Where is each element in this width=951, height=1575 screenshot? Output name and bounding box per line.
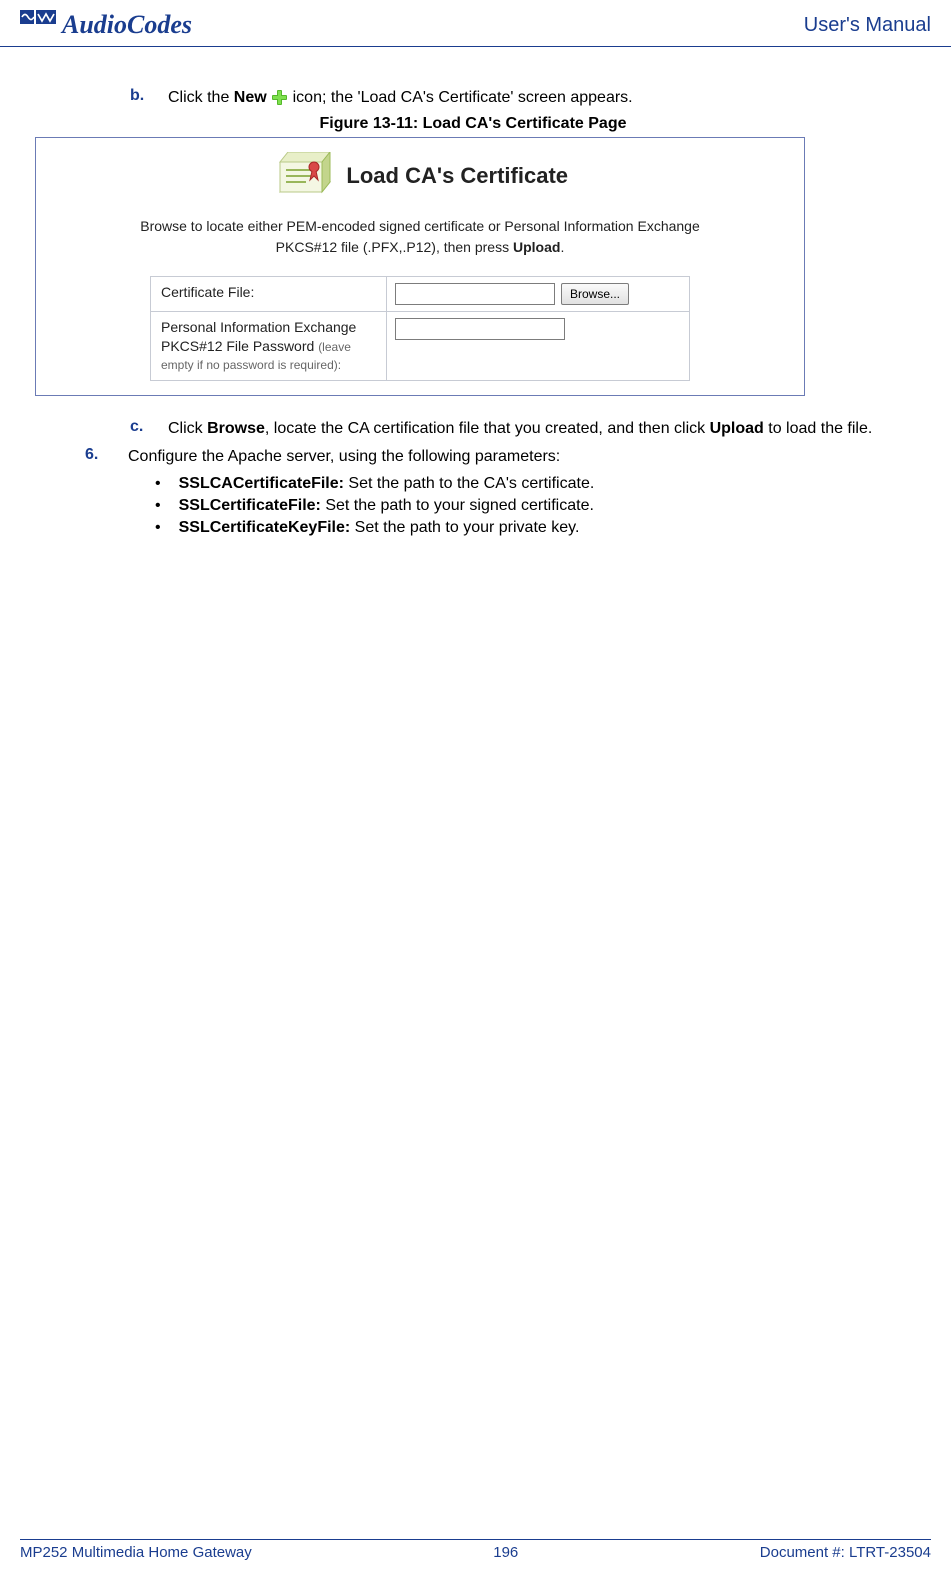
list-item: • SSLCertificateFile: Set the path to yo… <box>155 497 911 515</box>
figure-info-text: Browse to locate either PEM-encoded sign… <box>36 216 804 276</box>
figure-info-line1: Browse to locate either PEM-encoded sign… <box>140 218 700 234</box>
pkcs12-password-input[interactable] <box>395 318 565 340</box>
step-b-bold: New <box>234 89 267 106</box>
step-6-text: Configure the Apache server, using the f… <box>128 446 911 468</box>
bullet-0-label: SSLCACertificateFile: <box>179 475 344 492</box>
step-b-text: Click the New icon; the 'Load CA's Certi… <box>168 87 911 109</box>
bullet-dot-icon: • <box>155 519 161 537</box>
certificate-file-cell: Browse... <box>387 277 689 311</box>
pkcs12-password-label: Personal Information Exchange PKCS#12 Fi… <box>151 312 387 379</box>
list-item: • SSLCACertificateFile: Set the path to … <box>155 475 911 493</box>
step-b-pre: Click the <box>168 89 234 106</box>
step-b-post: icon; the 'Load CA's Certificate' screen… <box>293 89 633 106</box>
step-c-text: Click Browse, locate the CA certificatio… <box>168 418 911 440</box>
brand-name: AudioCodes <box>62 10 192 40</box>
step-b: b. Click the New icon; the 'Load CA's Ce… <box>130 87 911 109</box>
step-c: c. Click Browse, locate the CA certifica… <box>130 418 911 440</box>
bullet-2-text: Set the path to your private key. <box>350 519 579 536</box>
list-item: • SSLCertificateKeyFile: Set the path to… <box>155 519 911 537</box>
figure-load-ca-certificate: Load CA's Certificate Browse to locate e… <box>35 137 805 395</box>
after-figure-block: c. Click Browse, locate the CA certifica… <box>115 418 911 537</box>
browse-button[interactable]: Browse... <box>561 283 629 305</box>
page-header: AudioCodes User's Manual <box>0 0 951 47</box>
page-content: b. Click the New icon; the 'Load CA's Ce… <box>0 47 951 537</box>
footer-product-name: MP252 Multimedia Home Gateway <box>20 1544 252 1561</box>
certificate-icon <box>272 152 332 200</box>
bullet-1-text: Set the path to your signed certificate. <box>321 497 594 514</box>
bullet-dot-icon: • <box>155 497 161 515</box>
figure-row-certfile: Certificate File: Browse... <box>151 277 689 312</box>
step-c-post: to load the file. <box>764 420 873 437</box>
figure-info-line2c: . <box>560 239 564 255</box>
figure-form-table: Certificate File: Browse... Personal Inf… <box>150 276 690 380</box>
figure-header: Load CA's Certificate <box>36 138 804 216</box>
apache-params-list: • SSLCACertificateFile: Set the path to … <box>155 475 911 537</box>
bullet-0-text: Set the path to the CA's certificate. <box>344 475 594 492</box>
certificate-file-label: Certificate File: <box>151 277 387 311</box>
bullet-1-label: SSLCertificateFile: <box>179 497 321 514</box>
step-6: 6. Configure the Apache server, using th… <box>115 446 911 468</box>
pkcs12-password-cell <box>387 312 689 379</box>
bullet-dot-icon: • <box>155 475 161 493</box>
certificate-file-input[interactable] <box>395 283 555 305</box>
step-c-mid: , locate the CA certification file that … <box>265 420 710 437</box>
page-footer: MP252 Multimedia Home Gateway 196 Docume… <box>20 1539 931 1561</box>
header-doc-title: User's Manual <box>804 14 931 37</box>
list-item-text: SSLCertificateFile: Set the path to your… <box>179 497 594 515</box>
step-c-bold1: Browse <box>207 420 265 437</box>
figure-row-password: Personal Information Exchange PKCS#12 Fi… <box>151 312 689 379</box>
new-plus-icon <box>271 89 288 106</box>
audiocodes-logo-icon <box>20 10 56 40</box>
list-item-text: SSLCACertificateFile: Set the path to th… <box>179 475 595 493</box>
footer-document-number: Document #: LTRT-23504 <box>760 1544 931 1561</box>
figure-info-line2b: Upload <box>513 239 560 255</box>
step-6-number: 6. <box>85 446 110 468</box>
step-c-pre: Click <box>168 420 207 437</box>
list-item-text: SSLCertificateKeyFile: Set the path to y… <box>179 519 580 537</box>
step-b-letter: b. <box>130 87 148 109</box>
footer-page-number: 196 <box>493 1544 518 1561</box>
bullet-2-label: SSLCertificateKeyFile: <box>179 519 351 536</box>
step-c-letter: c. <box>130 418 148 440</box>
figure-title: Load CA's Certificate <box>346 163 568 189</box>
figure-caption: Figure 13-11: Load CA's Certificate Page <box>35 115 911 133</box>
brand-logo: AudioCodes <box>20 10 192 40</box>
step-c-bold2: Upload <box>710 420 764 437</box>
figure-info-line2a: PKCS#12 file (.PFX,.P12), then press <box>276 239 513 255</box>
